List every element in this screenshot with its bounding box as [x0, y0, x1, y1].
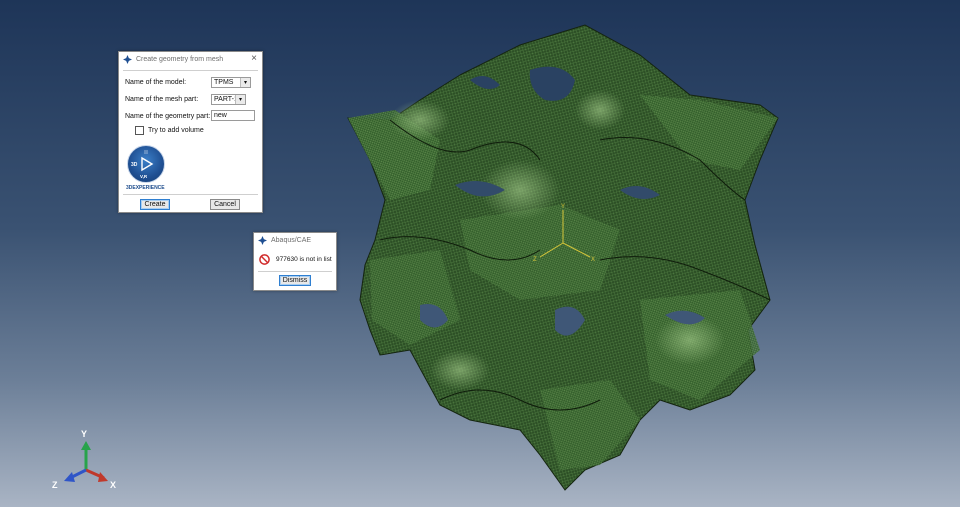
create-geometry-dialog: Create geometry from mesh × Name of the … [118, 51, 263, 213]
model-value: TPMS [214, 79, 234, 86]
svg-text:Z: Z [533, 257, 537, 263]
tpms-mesh-part[interactable] [347, 24, 779, 491]
chevron-down-icon[interactable]: ▾ [240, 78, 250, 87]
mesh-part-label: Name of the mesh part: [125, 95, 199, 103]
svg-text:X: X [591, 257, 595, 263]
abaqus-logo-icon [123, 55, 132, 64]
brand-badge-3d: 3D [131, 162, 138, 168]
error-message: 977630 is not in list [276, 255, 332, 263]
3dexperience-logo: 3D V,R [127, 145, 165, 183]
model-label: Name of the model: [125, 78, 187, 86]
geometry-part-input[interactable]: new [211, 110, 255, 121]
brand-text: 3DEXPERIENCE [126, 185, 165, 191]
geometry-part-value: new [214, 112, 227, 119]
svg-text:Y: Y [561, 204, 565, 210]
mesh-part-select[interactable]: PART-1 ▾ [211, 94, 246, 105]
triad-x-label: X [110, 480, 116, 490]
volume-checkbox[interactable] [135, 125, 144, 135]
brand-badge-version: V,R [140, 174, 148, 179]
chevron-down-icon[interactable]: ▾ [235, 95, 245, 104]
create-button[interactable]: Create [140, 199, 170, 210]
model-select[interactable]: TPMS ▾ [211, 77, 251, 88]
cancel-button[interactable]: Cancel [210, 199, 240, 210]
abaqus-logo-icon [258, 236, 267, 245]
geometry-part-label: Name of the geometry part: [125, 112, 211, 120]
dismiss-button[interactable]: Dismiss [279, 275, 311, 286]
close-icon[interactable]: × [251, 53, 257, 64]
dialog-title: Create geometry from mesh [136, 56, 224, 63]
volume-checkbox-label: Try to add volume [148, 126, 204, 134]
error-dialog-titlebar[interactable]: Abaqus/CAE [254, 233, 336, 248]
dialog-titlebar[interactable]: Create geometry from mesh × [119, 52, 262, 67]
error-icon [259, 253, 270, 265]
triad-y-label: Y [81, 429, 87, 439]
error-dialog: Abaqus/CAE 977630 is not in list Dismiss [253, 232, 337, 291]
triad-z-label: Z [52, 480, 58, 490]
view-triad: Y X Z [52, 429, 116, 490]
error-dialog-title: Abaqus/CAE [271, 237, 312, 244]
